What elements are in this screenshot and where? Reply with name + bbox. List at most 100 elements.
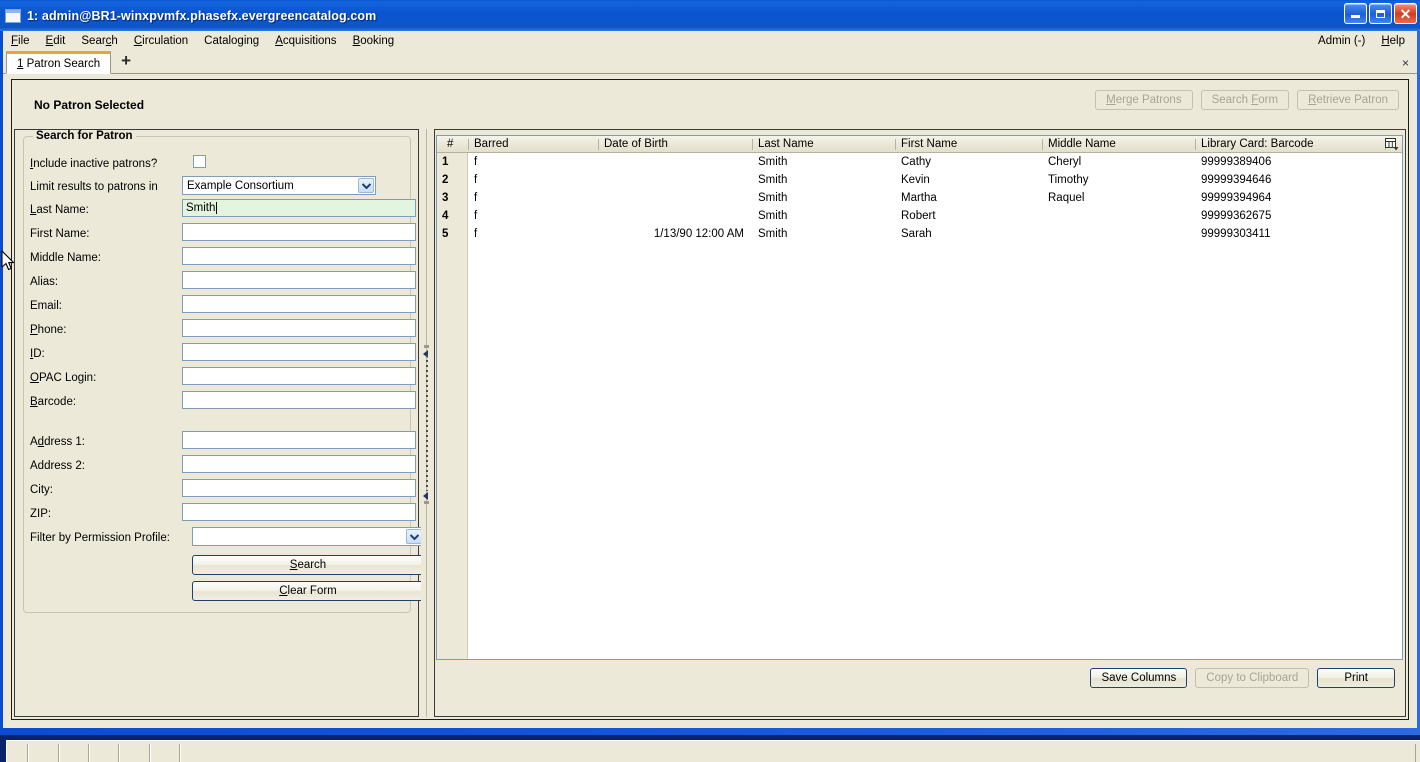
cell-middle <box>1042 225 1195 243</box>
cell-barred: f <box>474 156 478 168</box>
cell-first: Sarah <box>901 228 932 240</box>
email-input[interactable] <box>182 295 416 313</box>
cell-last: Smith <box>758 174 788 186</box>
table-row[interactable]: 4 f Smith Robert 99999362675 <box>437 207 1402 225</box>
new-tab-button[interactable]: + <box>115 51 137 73</box>
last-name-value: Smith <box>186 202 216 214</box>
cell-middle: Timothy <box>1048 174 1089 186</box>
column-header-first[interactable]: First Name <box>895 136 1042 152</box>
results-grid-header: # Barred Date of Birth Last Name First N… <box>437 136 1402 153</box>
address1-input[interactable] <box>182 431 416 449</box>
table-row[interactable]: 2 f Smith Kevin Timothy 99999394646 <box>437 171 1402 189</box>
status-segment <box>6 743 28 762</box>
copy-to-clipboard-button[interactable]: Copy to Clipboard <box>1195 668 1310 688</box>
cell-first: Martha <box>901 192 937 204</box>
client-area: File Edit Search Circulation Cataloging … <box>3 31 1420 762</box>
save-columns-button[interactable]: Save Columns <box>1090 668 1188 688</box>
email-label: Email: <box>30 300 62 312</box>
cell-barred: f <box>474 228 478 240</box>
city-input[interactable] <box>182 479 416 497</box>
column-header-barred[interactable]: Barred <box>468 136 598 152</box>
status-segment <box>28 743 59 762</box>
splitter-grip[interactable] <box>425 355 429 491</box>
include-inactive-checkbox[interactable] <box>193 155 206 168</box>
menu-search[interactable]: Search <box>73 33 125 49</box>
splitter-collapse-down-icon[interactable] <box>423 492 428 500</box>
alias-input[interactable] <box>182 271 416 289</box>
pane-splitter[interactable] <box>421 129 433 717</box>
cell-first: Robert <box>901 210 936 222</box>
address2-input[interactable] <box>182 455 416 473</box>
status-bar <box>6 740 1420 762</box>
clear-form-button[interactable]: Clear Form <box>192 581 424 601</box>
menu-admin[interactable]: Admin (-) <box>1310 33 1373 49</box>
cell-last: Smith <box>758 156 788 168</box>
menu-acquisitions[interactable]: Acquisitions <box>267 33 344 49</box>
barcode-label: Barcode: <box>30 396 77 408</box>
alias-label: Alias: <box>30 276 59 288</box>
last-name-input[interactable]: Smith <box>182 199 416 217</box>
cell-first: Cathy <box>901 156 932 168</box>
results-grid-body: 1 f Smith Cathy Cheryl 99999389406 2 f Smith Kevi… <box>437 153 1402 659</box>
menu-booking[interactable]: Booking <box>345 33 403 49</box>
middle-name-input[interactable] <box>182 247 416 265</box>
cell-barcode: 99999394646 <box>1201 174 1272 186</box>
zip-label: ZIP: <box>30 508 52 520</box>
phone-input[interactable] <box>182 319 416 337</box>
cell-num: 1 <box>442 156 449 168</box>
zip-input[interactable] <box>182 503 416 521</box>
search-button[interactable]: Search <box>192 555 424 575</box>
cell-middle: Raquel <box>1048 192 1085 204</box>
table-row[interactable]: 5 f 1/13/90 12:00 AM Smith Sarah 99999303411 <box>437 225 1402 243</box>
last-name-label: Last Name: <box>30 204 89 216</box>
column-header-barcode[interactable]: Library Card: Barcode <box>1195 136 1385 152</box>
status-segment <box>180 743 1416 762</box>
permission-profile-label: Filter by Permission Profile: <box>30 532 170 544</box>
column-picker-icon[interactable] <box>1385 138 1399 151</box>
limit-results-value: Example Consortium <box>187 179 294 192</box>
cell-last: Smith <box>758 192 788 204</box>
patron-status-label: No Patron Selected <box>34 97 145 112</box>
column-header-last[interactable]: Last Name <box>752 136 895 152</box>
cell-dob <box>598 207 752 225</box>
opac-login-input[interactable] <box>182 367 416 385</box>
status-segment <box>89 743 119 762</box>
minimize-button[interactable] <box>1344 3 1367 24</box>
status-segment <box>150 743 180 762</box>
table-row[interactable]: 3 f Smith Martha Raquel 99999394964 <box>437 189 1402 207</box>
menu-circulation[interactable]: Circulation <box>126 33 196 49</box>
permission-profile-select[interactable] <box>192 527 424 546</box>
table-row[interactable]: 1 f Smith Cathy Cheryl 99999389406 <box>437 153 1402 171</box>
search-form-button[interactable]: Search Form <box>1200 90 1290 110</box>
menu-file[interactable]: File <box>3 33 38 49</box>
merge-patrons-button[interactable]: Merge Patrons <box>1095 90 1193 110</box>
middle-name-label: Middle Name: <box>30 252 101 264</box>
first-name-input[interactable] <box>182 223 416 241</box>
menu-edit[interactable]: Edit <box>38 33 74 49</box>
id-input[interactable] <box>182 343 416 361</box>
tab-label: Patron Search <box>26 57 101 70</box>
column-header-dob[interactable]: Date of Birth <box>598 136 752 152</box>
column-header-middle[interactable]: Middle Name <box>1042 136 1195 152</box>
limit-results-select[interactable]: Example Consortium <box>182 176 376 195</box>
id-label: ID: <box>30 348 45 360</box>
cell-dob <box>598 153 752 171</box>
barcode-input[interactable] <box>182 391 416 409</box>
menu-cataloging[interactable]: Cataloging <box>196 33 267 49</box>
cell-barcode: 99999303411 <box>1201 228 1271 240</box>
cell-dob <box>598 189 752 207</box>
retrieve-patron-button[interactable]: Retrieve Patron <box>1297 90 1399 110</box>
print-button[interactable]: Print <box>1317 668 1395 688</box>
limit-results-label: Limit results to patrons in <box>30 181 158 193</box>
close-tab-icon[interactable]: × <box>1402 56 1409 70</box>
maximize-button[interactable] <box>1369 3 1392 24</box>
first-name-label: First Name: <box>30 228 90 240</box>
cell-num: 3 <box>442 192 449 204</box>
column-header-num[interactable]: # <box>441 136 468 152</box>
cell-last: Smith <box>758 228 788 240</box>
close-button[interactable]: ✕ <box>1394 3 1417 24</box>
cell-middle: Cheryl <box>1048 156 1082 168</box>
address1-label: Address 1: <box>30 436 85 448</box>
menu-help[interactable]: Help <box>1373 33 1413 49</box>
tab-patron-search[interactable]: 1 Patron Search <box>6 51 112 74</box>
